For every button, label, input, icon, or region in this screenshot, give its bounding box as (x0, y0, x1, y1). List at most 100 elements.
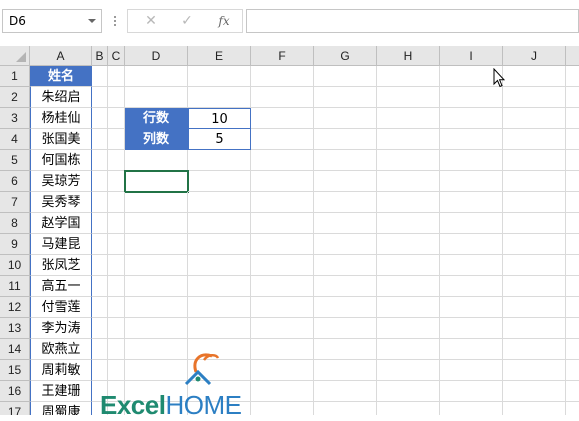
cell-c12[interactable] (108, 297, 125, 318)
cell-h14[interactable] (377, 339, 440, 360)
cell-a17[interactable]: 周蜀康 (30, 402, 92, 415)
row-header-11[interactable]: 11 (0, 276, 30, 297)
cell-g9[interactable] (314, 234, 377, 255)
column-header-e[interactable]: E (188, 46, 251, 66)
cell-j4[interactable] (503, 129, 566, 150)
cell-k12[interactable] (566, 297, 579, 318)
row-header-12[interactable]: 12 (0, 297, 30, 318)
cell-g4[interactable] (314, 129, 377, 150)
cell-d4-cols-label[interactable]: 列数 (125, 129, 188, 150)
cell-i7[interactable] (440, 192, 503, 213)
cell-i13[interactable] (440, 318, 503, 339)
cell-k16[interactable] (566, 381, 579, 402)
cell-j16[interactable] (503, 381, 566, 402)
cell-j5[interactable] (503, 150, 566, 171)
cell-f2[interactable] (251, 87, 314, 108)
cell-c13[interactable] (108, 318, 125, 339)
row-header-13[interactable]: 13 (0, 318, 30, 339)
cell-a14[interactable]: 欧燕立 (30, 339, 92, 360)
cell-g12[interactable] (314, 297, 377, 318)
cell-b1[interactable] (92, 66, 108, 87)
cell-f14[interactable] (251, 339, 314, 360)
cell-k13[interactable] (566, 318, 579, 339)
drag-handle-icon[interactable] (112, 13, 118, 29)
cell-i9[interactable] (440, 234, 503, 255)
cell-g11[interactable] (314, 276, 377, 297)
cell-e9[interactable] (188, 234, 251, 255)
cell-c3[interactable] (108, 108, 125, 129)
cell-e8[interactable] (188, 213, 251, 234)
cell-k1[interactable] (566, 66, 579, 87)
cell-f13[interactable] (251, 318, 314, 339)
cell-h13[interactable] (377, 318, 440, 339)
cell-a2[interactable]: 朱绍启 (30, 87, 92, 108)
cell-g16[interactable] (314, 381, 377, 402)
cell-b12[interactable] (92, 297, 108, 318)
cell-c7[interactable] (108, 192, 125, 213)
row-header-2[interactable]: 2 (0, 87, 30, 108)
column-header-d[interactable]: D (125, 46, 188, 66)
cell-f8[interactable] (251, 213, 314, 234)
cell-i17[interactable] (440, 402, 503, 415)
cell-k6[interactable] (566, 171, 579, 192)
cell-b13[interactable] (92, 318, 108, 339)
column-header-k[interactable] (566, 46, 579, 66)
cell-j8[interactable] (503, 213, 566, 234)
cell-i16[interactable] (440, 381, 503, 402)
cell-k10[interactable] (566, 255, 579, 276)
enter-icon[interactable]: ✓ (176, 12, 198, 30)
cell-f5[interactable] (251, 150, 314, 171)
cell-k2[interactable] (566, 87, 579, 108)
cell-g5[interactable] (314, 150, 377, 171)
cell-d12[interactable] (125, 297, 188, 318)
cell-d2[interactable] (125, 87, 188, 108)
cell-i12[interactable] (440, 297, 503, 318)
row-header-17[interactable]: 17 (0, 402, 30, 415)
cell-c10[interactable] (108, 255, 125, 276)
cell-g17[interactable] (314, 402, 377, 415)
cell-a12[interactable]: 付雪莲 (30, 297, 92, 318)
cell-j7[interactable] (503, 192, 566, 213)
cell-e5[interactable] (188, 150, 251, 171)
cell-f4[interactable] (251, 129, 314, 150)
column-header-i[interactable]: I (440, 46, 503, 66)
column-header-j[interactable]: J (503, 46, 566, 66)
cell-h4[interactable] (377, 129, 440, 150)
column-header-b[interactable]: B (92, 46, 108, 66)
cell-a4[interactable]: 张国美 (30, 129, 92, 150)
cell-g15[interactable] (314, 360, 377, 381)
row-header-15[interactable]: 15 (0, 360, 30, 381)
cell-b10[interactable] (92, 255, 108, 276)
cell-h10[interactable] (377, 255, 440, 276)
cell-e12[interactable] (188, 297, 251, 318)
cell-a7[interactable]: 吴秀琴 (30, 192, 92, 213)
cell-i3[interactable] (440, 108, 503, 129)
formula-input[interactable] (246, 9, 579, 33)
cell-j1[interactable] (503, 66, 566, 87)
cell-i8[interactable] (440, 213, 503, 234)
cell-f15[interactable] (251, 360, 314, 381)
cell-e7[interactable] (188, 192, 251, 213)
cell-h8[interactable] (377, 213, 440, 234)
cell-i11[interactable] (440, 276, 503, 297)
cell-i14[interactable] (440, 339, 503, 360)
cancel-icon[interactable]: ✕ (140, 12, 162, 30)
cell-e11[interactable] (188, 276, 251, 297)
cell-i10[interactable] (440, 255, 503, 276)
cell-k15[interactable] (566, 360, 579, 381)
cell-h11[interactable] (377, 276, 440, 297)
cell-e13[interactable] (188, 318, 251, 339)
cell-b9[interactable] (92, 234, 108, 255)
column-header-h[interactable]: H (377, 46, 440, 66)
cell-c5[interactable] (108, 150, 125, 171)
cell-d1[interactable] (125, 66, 188, 87)
row-header-9[interactable]: 9 (0, 234, 30, 255)
cell-j14[interactable] (503, 339, 566, 360)
cell-k9[interactable] (566, 234, 579, 255)
cell-k5[interactable] (566, 150, 579, 171)
cell-f7[interactable] (251, 192, 314, 213)
cell-f1[interactable] (251, 66, 314, 87)
cell-g3[interactable] (314, 108, 377, 129)
cell-h6[interactable] (377, 171, 440, 192)
cell-b2[interactable] (92, 87, 108, 108)
